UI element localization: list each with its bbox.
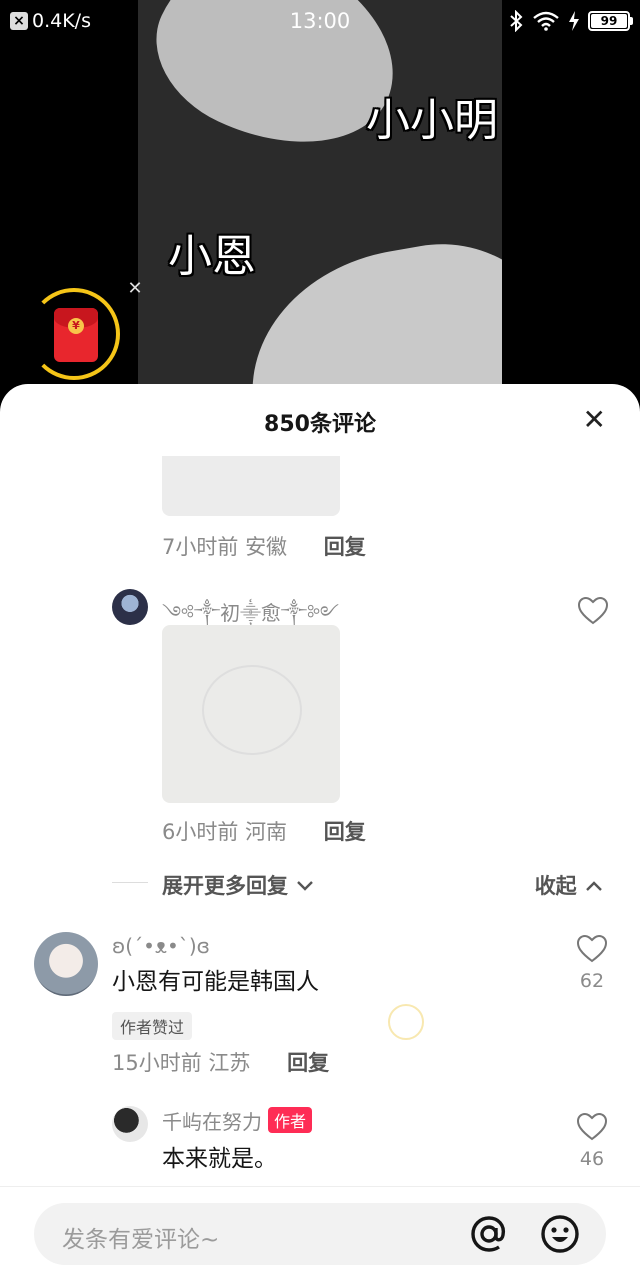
- close-icon[interactable]: ✕: [583, 406, 606, 434]
- red-packet-close-button[interactable]: ✕: [124, 278, 146, 300]
- video-overlay-text: 小小明: [366, 95, 498, 146]
- comment-input[interactable]: 发条有爱评论~: [34, 1203, 606, 1265]
- coin-icon: ¥: [68, 318, 84, 334]
- comment-text[interactable]: 本来就是。: [162, 1139, 277, 1173]
- red-packet-widget[interactable]: ¥: [28, 288, 120, 380]
- like-count: 62: [579, 970, 605, 992]
- reply-image[interactable]: [162, 625, 340, 803]
- avatar[interactable]: [112, 589, 148, 625]
- bluetooth-icon: [510, 10, 523, 32]
- comment-meta: 15小时前 江苏 回复: [112, 1051, 330, 1075]
- collapse-replies-button[interactable]: 收起: [535, 870, 604, 900]
- charging-icon: [569, 11, 579, 31]
- comment-text[interactable]: 小恩有可能是韩国人: [112, 962, 319, 996]
- author-tag: 作者: [268, 1107, 313, 1133]
- comment-sheet: 850条评论 ✕ 7小时前 安徽 回复 ༺༒初⸎愈༒༻ 6小时前 河南 回复 展…: [0, 384, 640, 1280]
- loading-indicator: [388, 1004, 424, 1040]
- like-count: 46: [579, 1148, 605, 1170]
- reply-meta: 7小时前 安徽 回复: [162, 535, 366, 559]
- video-overlay-text: 小恩: [168, 231, 256, 282]
- divider: [112, 882, 148, 883]
- like-button[interactable]: 62: [575, 934, 609, 992]
- red-packet-icon: ¥: [54, 308, 98, 362]
- battery-level: 99: [591, 14, 627, 28]
- like-button[interactable]: 46: [575, 1112, 609, 1170]
- image-content: [202, 665, 302, 755]
- status-bar: × 0.4K/s 13:00 99: [0, 0, 640, 44]
- emoji-icon[interactable]: [539, 1213, 581, 1255]
- heart-icon: [576, 1112, 608, 1141]
- reply-button[interactable]: 回复: [324, 820, 366, 844]
- video-player[interactable]: 小小明 小恩: [138, 0, 502, 390]
- heart-icon: [577, 596, 609, 625]
- username[interactable]: ʚ(´•ᴥ•`)ɞ: [112, 934, 210, 959]
- status-icons: 99: [508, 10, 633, 32]
- battery-icon: 99: [588, 11, 633, 31]
- author-liked-badge: 作者赞过: [112, 1012, 193, 1040]
- avatar[interactable]: [112, 1106, 148, 1142]
- chevron-up-icon: [586, 881, 602, 891]
- avatar[interactable]: [34, 932, 98, 996]
- expand-more-replies-button[interactable]: 展开更多回复: [162, 870, 315, 900]
- username[interactable]: 千屿在努力 作者: [162, 1106, 313, 1135]
- comment-input-placeholder: 发条有爱评论~: [62, 1227, 220, 1253]
- reply-image[interactable]: [162, 456, 340, 516]
- heart-icon: [576, 934, 608, 963]
- wifi-icon: [533, 11, 559, 31]
- chevron-down-icon: [297, 881, 314, 891]
- comment-count-title: 850条评论: [264, 412, 376, 437]
- reply-button[interactable]: 回复: [287, 1051, 329, 1075]
- at-icon[interactable]: [468, 1213, 510, 1255]
- comment-input-bar: 发条有爱评论~: [0, 1186, 640, 1280]
- like-button[interactable]: [576, 596, 610, 630]
- reply-button[interactable]: 回复: [324, 535, 366, 559]
- reply-meta: 6小时前 河南 回复: [162, 820, 366, 844]
- video-frame-shape: [231, 223, 502, 390]
